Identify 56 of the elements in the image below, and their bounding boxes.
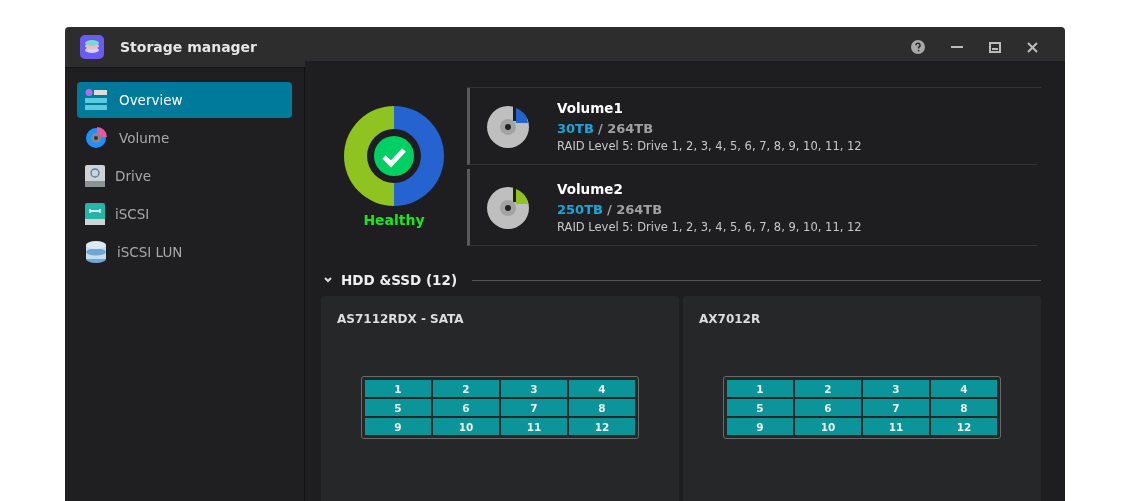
sidebar-item[interactable]: iSCSI LUN [77,234,292,270]
drive-bay[interactable]: 2 [433,380,499,397]
drive-bay[interactable]: 8 [931,399,997,416]
sidebar-item[interactable]: iSCSI [77,196,292,232]
sidebar-item[interactable]: Drive [77,158,292,194]
maximize-icon[interactable] [989,41,1001,53]
drive-bay[interactable]: 5 [727,399,793,416]
window-title: Storage manager [120,39,257,55]
volume-row[interactable]: Volume1 30TB / 264TB RAID Level 5: Drive 1, 2, 3, 4, 5, 6, 7, 8, 9, 10, 11, 12 [467,88,1037,165]
raid-info: RAID Level 5: Drive 1, 2, 3, 4, 5, 6, 7, 8, 9, 10, 11, 12 [557,138,862,153]
drive-bay[interactable]: 12 [569,418,635,435]
disk-chart-icon [85,126,109,150]
drive-bay[interactable]: 3 [501,380,567,397]
drive-bay[interactable]: 4 [931,380,997,397]
chevron-down-icon[interactable] [324,277,332,283]
iscsi-icon [85,203,105,225]
drive-bay[interactable]: 9 [727,418,793,435]
drive-icon [85,165,105,187]
sidebar-item[interactable]: Overview [77,82,292,118]
volume-name: Volume1 [557,99,624,116]
volume-name: Volume2 [557,180,624,197]
total-capacity: / 264TB [606,201,663,217]
drive-bay[interactable]: 9 [365,418,431,435]
total-capacity: / 264TB [597,120,654,136]
drive-bay[interactable]: 10 [433,418,499,435]
drive-bay[interactable]: 12 [931,418,997,435]
drive-bay[interactable]: 7 [863,399,929,416]
drive-bay[interactable]: 4 [569,380,635,397]
raid-info: RAID Level 5: Drive 1, 2, 3, 4, 5, 6, 7, 8, 9, 10, 11, 12 [557,219,862,234]
drive-bay[interactable]: 11 [501,418,567,435]
health-status: Healthy [363,211,425,228]
enclosure-name: AS7112RDX - SATA [337,312,464,326]
database-icon [85,240,107,264]
drive-bay[interactable]: 3 [863,380,929,397]
drive-bay[interactable]: 10 [795,418,861,435]
overview-icon [85,89,109,111]
volume-row[interactable]: Volume2 250TB / 264TB RAID Level 5: Drive 1, 2, 3, 4, 5, 6, 7, 8, 9, 10, 11, 12 [467,169,1037,246]
used-capacity: 250TB [557,201,603,217]
drive-bay[interactable]: 2 [795,380,861,397]
used-capacity: 30TB [557,120,594,136]
enclosure-name: AX7012R [699,312,761,326]
disk-usage-icon [487,185,531,229]
drive-bay[interactable]: 6 [433,399,499,416]
drive-bay[interactable]: 11 [863,418,929,435]
close-icon[interactable] [1027,41,1038,53]
app-icon [80,35,104,59]
help-icon[interactable] [911,40,925,54]
drive-bay[interactable]: 8 [569,399,635,416]
drive-bay[interactable]: 6 [795,399,861,416]
sidebar-item[interactable]: Volume [77,120,292,156]
drive-bay[interactable]: 7 [501,399,567,416]
disk-usage-icon [487,104,531,148]
drive-bay[interactable]: 1 [727,380,793,397]
drive-bay[interactable]: 1 [365,380,431,397]
section-title: HDD &SSD (12) [341,272,458,288]
drive-bay[interactable]: 5 [365,399,431,416]
